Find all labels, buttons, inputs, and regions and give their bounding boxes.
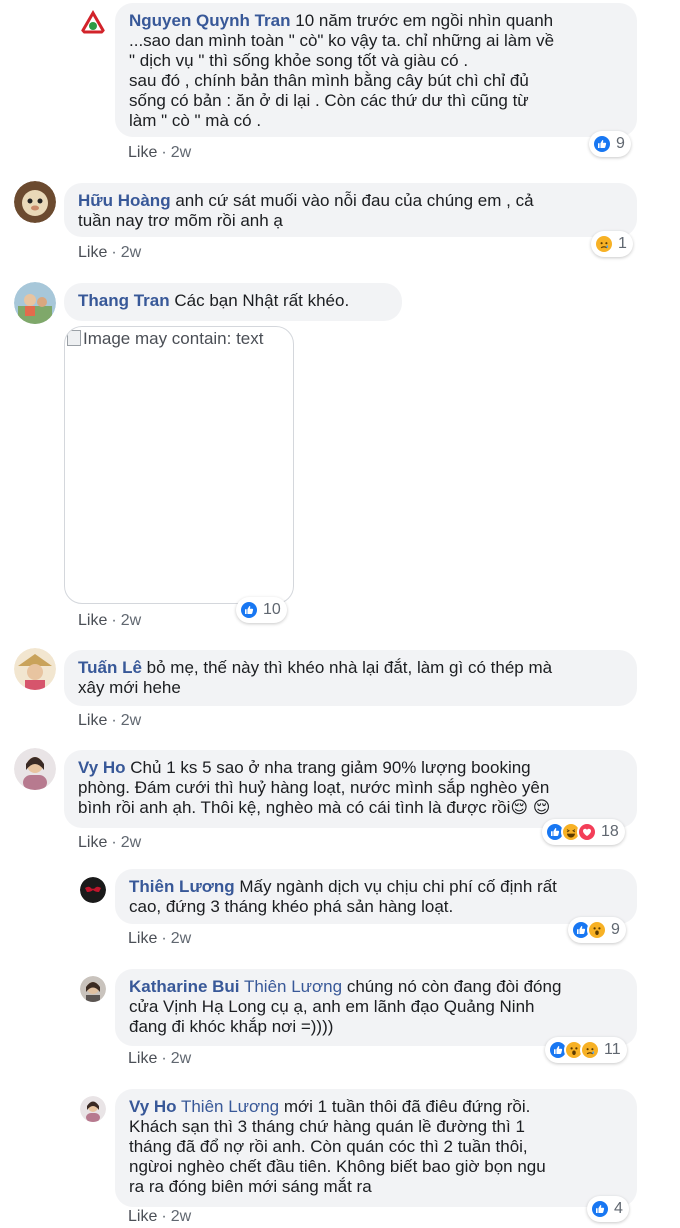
reaction-count: 9 <box>616 135 625 152</box>
comment-author[interactable]: Hữu Hoàng <box>78 191 171 210</box>
comment-meta: Like · 2w <box>78 834 142 851</box>
comment-meta: Like · 2w <box>78 712 142 729</box>
reactions-summary[interactable]: 1 <box>591 231 633 257</box>
sad-face-icon <box>594 234 614 254</box>
comment-text-line: tháng đã đổ nợ rồi anh. Còn quán cóc thì… <box>129 1137 528 1156</box>
avatar[interactable] <box>80 976 106 1002</box>
like-button[interactable]: Like <box>128 1208 157 1225</box>
image-alt-text: Image may contain: text <box>67 329 267 349</box>
comment-author[interactable]: Tuấn Lê <box>78 658 142 677</box>
thumbs-up-icon <box>239 600 259 620</box>
reactions-summary[interactable]: 4 <box>587 1196 629 1222</box>
comment-text-line: mới 1 tuần thôi đã điêu đứng rồi. <box>283 1097 531 1116</box>
comment-text-line: bình rồi anh ạh. Thôi kệ, nghèo mà có cá… <box>78 798 551 817</box>
reactions-summary[interactable]: 10 <box>236 597 287 623</box>
timestamp[interactable]: 2w <box>121 834 141 851</box>
comment-meta: Like · 2w <box>78 612 142 629</box>
comment-text-line: đang đi khóc khắp nơi =)))) <box>129 1017 334 1036</box>
comment-text-line: Các bạn Nhật rất khéo. <box>174 291 350 310</box>
comment-bubble: Tuấn Lê bỏ mẹ, thế này thì khéo nhà lại … <box>64 650 637 706</box>
comment-bubble: Nguyen Quynh Tran 10 năm trước em ngồi n… <box>115 3 637 137</box>
comment-text-line: xây mới hehe <box>78 678 181 697</box>
avatar[interactable] <box>79 9 107 37</box>
comment-meta: Like · 2w <box>128 930 192 947</box>
comment-text-line: sống có bản : ăn ở di lại . Còn các thứ … <box>129 91 529 110</box>
avatar[interactable] <box>14 748 56 790</box>
comment-text-line: cao, đứng 3 tháng khéo phá sản hàng loạt… <box>129 897 454 916</box>
comment-bubble: Thiên Lương Mấy ngành dịch vụ chịu chi p… <box>115 869 637 924</box>
comment-meta: Like · 2w <box>128 144 192 161</box>
comment-text-line: ...sao dan mình toàn " cò" ko vậy ta. ch… <box>129 31 555 50</box>
avatar[interactable] <box>80 877 106 903</box>
comment-text-line: anh cứ sát muối vào nỗi đau của chúng em… <box>175 191 534 210</box>
reactions-summary[interactable]: 9 <box>568 917 626 943</box>
comment-text-line: Mấy ngành dịch vụ chịu chi phí cố định r… <box>239 877 557 896</box>
comment-bubble: Katharine Bui Thiên Lương chúng nó còn đ… <box>115 969 637 1046</box>
comment-text-line: tuần nay trơ mõm rồi anh ạ <box>78 211 283 230</box>
comment-meta: Like · 2w <box>128 1050 192 1067</box>
comment-bubble: Thang Tran Các bạn Nhật rất khéo. <box>64 283 402 321</box>
timestamp[interactable]: 2w <box>171 1208 191 1225</box>
comment-bubble: Vy Ho Chủ 1 ks 5 sao ở nha trang giảm 90… <box>64 750 637 828</box>
comment-bubble: Hữu Hoàng anh cứ sát muối vào nỗi đau củ… <box>64 183 637 237</box>
comment-text-line: bỏ mẹ, thế này thì khéo nhà lại đắt, làm… <box>146 658 553 677</box>
comment-meta: Like · 2w <box>78 244 142 261</box>
reactions-summary[interactable]: 9 <box>589 131 631 157</box>
comment-text-line: Khách sạn thì 3 tháng chứ hàng quán lề đ… <box>129 1117 525 1136</box>
reaction-count: 18 <box>601 823 619 840</box>
like-button[interactable]: Like <box>78 612 107 629</box>
timestamp[interactable]: 2w <box>121 712 141 729</box>
avatar[interactable] <box>14 648 56 690</box>
comment-text-line: sau đó , chính bản thân mình bằng cây bú… <box>129 71 529 90</box>
like-button[interactable]: Like <box>128 1050 157 1067</box>
mention-link[interactable]: Thiên Lương <box>181 1097 279 1116</box>
comment-text-line: ngừoi nghèo chết đầu tiên. Không biết ba… <box>129 1157 546 1176</box>
thumbs-up-icon <box>590 1199 610 1219</box>
timestamp[interactable]: 2w <box>121 612 141 629</box>
like-button[interactable]: Like <box>78 834 107 851</box>
avatar[interactable] <box>14 282 56 324</box>
timestamp[interactable]: 2w <box>171 1050 191 1067</box>
comment-text-line: phòng. Đám cưới thì huỷ hàng loạt, nước … <box>78 778 550 797</box>
comment-text-line: làm " cò " mà có . <box>129 111 262 130</box>
timestamp[interactable]: 2w <box>121 244 141 261</box>
attached-image[interactable]: Image may contain: text <box>64 326 294 604</box>
like-button[interactable]: Like <box>128 144 157 161</box>
like-button[interactable]: Like <box>128 930 157 947</box>
timestamp[interactable]: 2w <box>171 930 191 947</box>
reaction-count: 4 <box>614 1200 623 1217</box>
comment-author[interactable]: Vy Ho <box>129 1097 177 1116</box>
reactions-summary[interactable]: 18 <box>542 819 625 845</box>
comment-text-line: Chủ 1 ks 5 sao ở nha trang giảm 90% lượn… <box>130 758 531 777</box>
comment-author[interactable]: Katharine Bui <box>129 977 240 996</box>
mention-link[interactable]: Thiên Lương <box>244 977 342 996</box>
reaction-count: 9 <box>611 921 620 938</box>
avatar[interactable] <box>80 1096 106 1122</box>
avatar[interactable] <box>14 181 56 223</box>
comment-bubble: Vy Ho Thiên Lương mới 1 tuần thôi đã điê… <box>115 1089 637 1207</box>
comment-text-line: chúng nó còn đang đòi đóng <box>346 977 562 996</box>
like-button[interactable]: Like <box>78 244 107 261</box>
comment-meta: Like · 2w <box>128 1208 192 1225</box>
comment-text-line: cửa Vịnh Hạ Long cụ ạ, anh em lãnh đạo Q… <box>129 997 535 1016</box>
comment-text-line: 10 năm trước em ngồi nhìn quanh <box>295 11 554 30</box>
broken-image-icon <box>67 330 81 346</box>
thumbs-up-icon <box>592 134 612 154</box>
timestamp[interactable]: 2w <box>171 144 191 161</box>
comment-author[interactable]: Thiên Lương <box>129 877 235 896</box>
comment-text-line: ra ra đóng biên mới sáng mắt ra <box>129 1177 372 1196</box>
comment-author[interactable]: Thang Tran <box>78 291 170 310</box>
comment-author[interactable]: Vy Ho <box>78 758 126 777</box>
sad-face-icon <box>580 1040 600 1060</box>
reaction-count: 1 <box>618 235 627 252</box>
reactions-summary[interactable]: 11 <box>545 1037 627 1063</box>
heart-icon <box>577 822 597 842</box>
comment-author[interactable]: Nguyen Quynh Tran <box>129 11 291 30</box>
like-button[interactable]: Like <box>78 712 107 729</box>
reaction-count: 10 <box>263 601 281 618</box>
comment-text-line: " dịch vụ " thì sống khỏe song tốt và gi… <box>129 51 469 70</box>
reaction-count: 11 <box>604 1041 621 1058</box>
surprised-face-icon <box>587 920 607 940</box>
